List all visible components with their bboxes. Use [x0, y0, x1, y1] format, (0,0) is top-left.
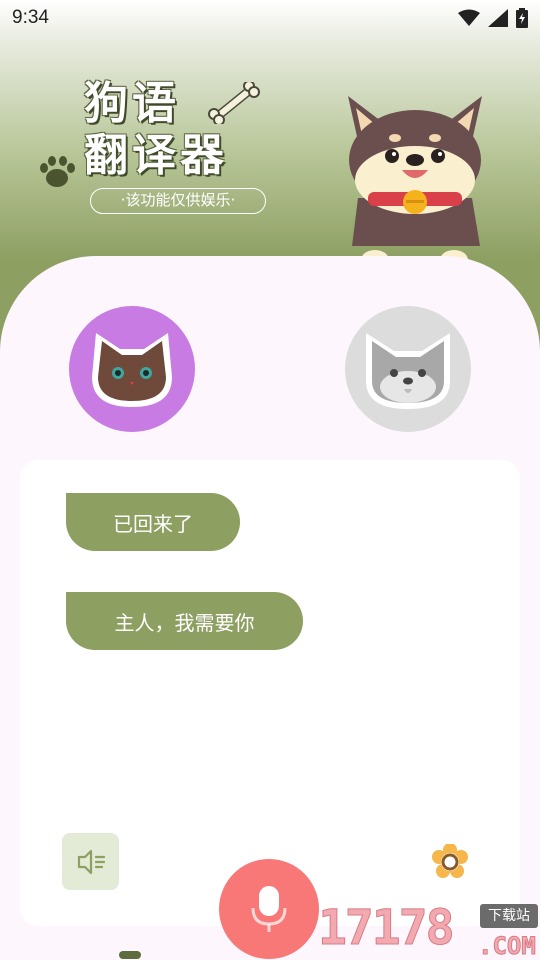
dog-avatar-button[interactable] — [345, 306, 471, 432]
cat-avatar-button[interactable] — [69, 306, 195, 432]
speaker-button[interactable] — [62, 833, 119, 890]
chat-bubble[interactable]: 主人，我需要你 — [66, 592, 303, 650]
bone-icon — [208, 82, 260, 124]
microphone-button[interactable] — [219, 859, 319, 959]
dog-avatar-icon — [366, 333, 450, 409]
title-line-2: 翻译器 — [84, 130, 228, 181]
microphone-icon — [251, 886, 287, 932]
cat-avatar-icon — [92, 333, 172, 407]
bottom-handle — [119, 951, 141, 959]
watermark-badge: 下载站 — [480, 904, 538, 928]
paw-icon — [40, 156, 75, 187]
settings-flower-icon — [432, 843, 468, 878]
watermark-domain: .COM — [478, 932, 537, 960]
speaker-icon — [77, 849, 105, 874]
shiba-dog-illustration — [348, 96, 482, 270]
watermark-number: 17178 — [318, 900, 455, 957]
entertainment-disclaimer: ·该功能仅供娱乐· — [90, 188, 266, 214]
header-banner: 狗语 翻译器 ·该功能仅供娱乐· — [0, 0, 540, 280]
site-watermark: 17178 下载站 .COM — [318, 900, 538, 960]
settings-button[interactable] — [432, 843, 468, 884]
chat-bubble[interactable]: 已回来了 — [66, 493, 240, 551]
